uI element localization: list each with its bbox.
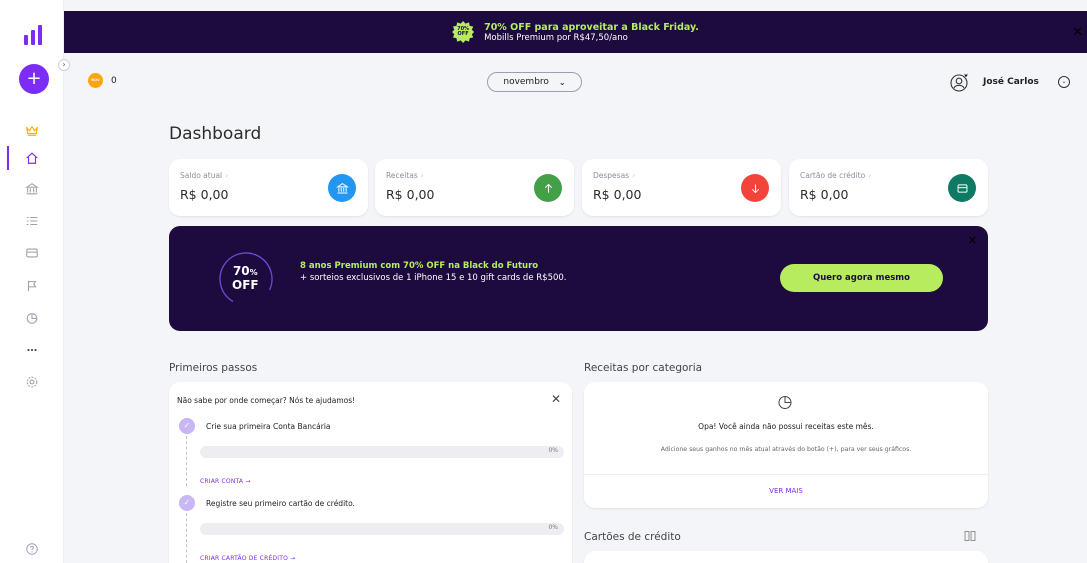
month-label: novembro xyxy=(503,77,549,87)
more-icon xyxy=(27,348,37,352)
check-icon: ✓ xyxy=(179,418,195,434)
user-name[interactable]: José Carlos xyxy=(983,77,1039,87)
see-more-button[interactable]: VER MAIS xyxy=(584,487,988,495)
sidebar-item-reports[interactable] xyxy=(0,305,64,331)
sidebar-item-home[interactable] xyxy=(0,145,64,171)
month-selector[interactable]: novembro ⌄ xyxy=(487,72,582,92)
card-credit-card[interactable]: Cartão de crédito › R$ 0,00 xyxy=(789,159,988,216)
sidebar-item-premium[interactable] xyxy=(0,117,64,143)
credit-cards-title: Cartões de crédito xyxy=(584,531,681,543)
empty-state-help: Adicione seus ganhos no mês atual atravé… xyxy=(660,446,912,453)
promo-banner: 70% OFF 8 anos Premium com 70% OFF na Bl… xyxy=(169,226,988,331)
promo-top-bar[interactable]: 70% OFF 70% OFF para aproveitar a Black … xyxy=(64,11,1087,53)
card-value: R$ 0,00 xyxy=(800,187,849,202)
help-button[interactable] xyxy=(0,536,64,562)
step-connector xyxy=(186,513,187,563)
close-icon[interactable]: ✕ xyxy=(968,234,977,247)
promo-subtitle: + sorteios exclusivos de 1 iPhone 15 e 1… xyxy=(300,273,567,283)
credit-cards-panel xyxy=(584,551,988,563)
card-label: Saldo atual xyxy=(180,171,223,180)
close-icon[interactable]: ✕ xyxy=(1072,25,1083,40)
card-balance[interactable]: Saldo atual › R$ 0,00 xyxy=(169,159,368,216)
step-title: Registre seu primeiro cartão de crédito. xyxy=(206,499,355,508)
create-account-link[interactable]: CRIAR CONTA → xyxy=(200,478,251,485)
bank-icon xyxy=(25,183,39,195)
sidebar-item-goals[interactable] xyxy=(0,273,64,299)
arrow-right-icon: → xyxy=(245,478,251,485)
card-label: Despesas xyxy=(593,171,630,180)
arrow-up-icon xyxy=(534,174,562,202)
card-value: R$ 0,00 xyxy=(593,187,642,202)
promo-title: 8 anos Premium com 70% OFF na Black do F… xyxy=(300,261,539,271)
user-avatar-icon[interactable] xyxy=(950,72,970,92)
discount-ring-text: 70% OFF xyxy=(232,264,259,292)
home-icon xyxy=(26,152,38,164)
card-expenses[interactable]: Despesas › R$ 0,00 xyxy=(582,159,781,216)
steps-intro: Não sabe por onde começar? Nós te ajudam… xyxy=(177,396,356,405)
sidebar-item-transactions[interactable] xyxy=(0,208,64,234)
chevron-down-icon[interactable]: ⌄ xyxy=(1058,76,1070,88)
columns-toggle-icon[interactable] xyxy=(964,530,976,542)
crown-icon xyxy=(26,125,38,136)
step-title: Crie sua primeira Conta Bancária xyxy=(206,422,331,431)
sidebar-item-accounts[interactable] xyxy=(0,176,64,202)
add-transaction-button[interactable]: + xyxy=(19,64,49,94)
help-icon xyxy=(26,543,38,555)
close-icon[interactable]: ✕ xyxy=(551,392,561,406)
first-steps-title: Primeiros passos xyxy=(169,362,258,374)
divider xyxy=(584,474,988,475)
create-credit-card-link[interactable]: CRIAR CARTÃO DE CRÉDITO → xyxy=(200,555,295,562)
step-connector xyxy=(186,436,187,486)
gear-icon xyxy=(26,376,38,388)
card-icon xyxy=(26,248,38,258)
page-title: Dashboard xyxy=(169,124,262,144)
arrow-right-icon: → xyxy=(290,555,296,562)
sidebar-item-cards[interactable] xyxy=(0,240,64,266)
pie-chart-icon xyxy=(26,313,38,324)
list-icon xyxy=(26,216,38,226)
chevron-down-icon: ⌄ xyxy=(558,77,566,87)
card-value: R$ 0,00 xyxy=(180,187,229,202)
empty-state-title: Opa! Você ainda não possui receitas este… xyxy=(698,422,874,431)
pending-count: 0 xyxy=(111,76,117,86)
step-progress-bar: 0% xyxy=(200,446,564,458)
income-by-category-panel: Opa! Você ainda não possui receitas este… xyxy=(584,382,988,508)
collapse-sidebar-button[interactable]: › xyxy=(58,59,70,71)
bank-icon xyxy=(328,174,356,202)
step-progress-bar: 0% xyxy=(200,523,564,535)
card-value: R$ 0,00 xyxy=(386,187,435,202)
sidebar-item-more[interactable] xyxy=(0,337,64,363)
month-badge: NOV xyxy=(88,73,103,88)
topbar-subtitle: Mobills Premium por R$47,50/ano xyxy=(484,32,628,43)
income-by-category-title: Receitas por categoria xyxy=(584,362,703,374)
sidebar: + xyxy=(0,0,64,563)
first-steps-panel: Não sabe por onde começar? Nós te ajudam… xyxy=(169,382,572,563)
card-income[interactable]: Receitas › R$ 0,00 xyxy=(375,159,574,216)
card-label: Receitas xyxy=(386,171,418,180)
topbar-title: 70% OFF para aproveitar a Black Friday. xyxy=(484,21,699,33)
flag-icon xyxy=(27,280,37,292)
app-logo[interactable] xyxy=(24,25,42,45)
sidebar-item-settings[interactable] xyxy=(0,369,64,395)
arrow-down-icon xyxy=(741,174,769,202)
discount-badge-icon: 70% OFF xyxy=(452,21,475,43)
promo-cta-button[interactable]: Quero agora mesmo xyxy=(780,264,943,292)
pie-chart-icon xyxy=(778,396,792,409)
credit-card-icon xyxy=(948,174,976,202)
card-label: Cartão de crédito xyxy=(800,171,866,180)
check-icon: ✓ xyxy=(179,495,195,511)
